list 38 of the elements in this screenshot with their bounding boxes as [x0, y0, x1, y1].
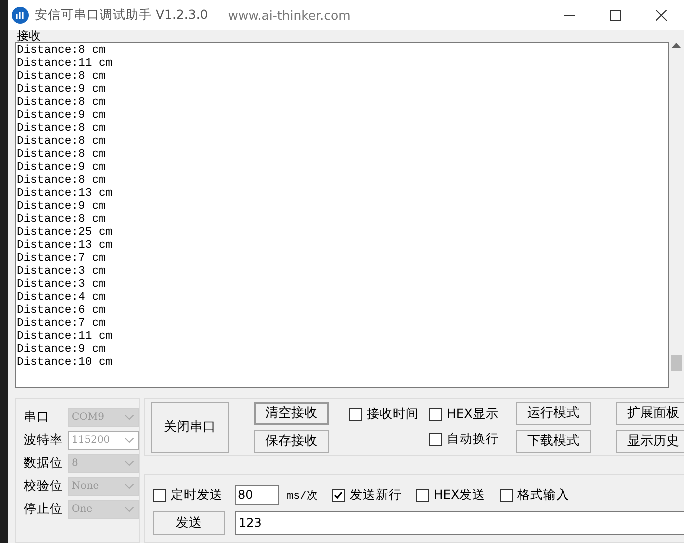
maximize-icon [610, 10, 620, 20]
chevron-down-icon [125, 507, 134, 512]
window-title: 安信可串口调试助手 V1.2.3.0 [35, 6, 208, 24]
receive-text-area[interactable]: Distance:8 cm Distance:11 cm Distance:8 cm Distance:9 cm Distance:8 cm Distance:9 cm Distance:8 cm Distance:8 cm Distance:8 cm Distance:9 cm Distance:8 cm Distance:13 cm Distance:9 cm Distance:8 cm Distance:25 cm Distance:13 cm Distance:7 cm Distance:3 cm Distance:3 cm Distance:4 cm Distance:6 cm Distance:7 cm Distance:11 cm Distance:9 cm Distance:10 cm [15, 42, 669, 388]
scroll-thumb[interactable] [671, 355, 682, 371]
close-icon [656, 10, 666, 20]
close-port-button[interactable]: 关闭串口 [151, 402, 229, 452]
mode-button[interactable]: 下载模式 [516, 430, 591, 452]
app-logo-icon [12, 6, 29, 24]
receive-button[interactable]: 保存接收 [254, 430, 329, 452]
scroll-up-icon[interactable] [672, 42, 681, 48]
setting-label: 串口 [24, 409, 51, 426]
checkbox[interactable]: 接收时间 [349, 406, 419, 423]
checkbox[interactable]: 格式输入 [500, 486, 570, 504]
panel-button[interactable]: 显示历史 [616, 430, 684, 452]
group-label: 接收 [16, 30, 42, 42]
setting-label: 数据位 [24, 455, 62, 472]
receive-button[interactable]: 清空接收 [254, 402, 329, 424]
checkbox[interactable]: 发送新行 [332, 486, 402, 504]
setting-label: 校验位 [24, 478, 62, 495]
chevron-down-icon [125, 461, 134, 466]
setting-label: 停止位 [24, 501, 62, 518]
setting-label: 波特率 [24, 432, 62, 449]
interval-unit: ms/次 [287, 489, 318, 502]
interval-field[interactable]: 80 [235, 485, 279, 505]
mode-button[interactable]: 运行模式 [516, 402, 591, 424]
send-button[interactable]: 发送 [153, 511, 225, 535]
checkbox[interactable]: HEX发送 [416, 486, 486, 504]
checkbox[interactable]: HEX显示 [429, 406, 499, 423]
checkbox[interactable]: 自动换行 [428, 431, 499, 448]
website-url: www.ai-thinker.com [228, 8, 351, 22]
send-text-field[interactable]: 123 [235, 511, 684, 535]
chevron-down-icon [125, 484, 134, 489]
checkbox[interactable]: 定时发送 [153, 486, 223, 504]
checkmark-icon [334, 490, 343, 500]
chevron-down-icon [125, 438, 134, 443]
chevron-down-icon [125, 415, 134, 420]
panel-button[interactable]: 扩展面板 [616, 402, 684, 424]
